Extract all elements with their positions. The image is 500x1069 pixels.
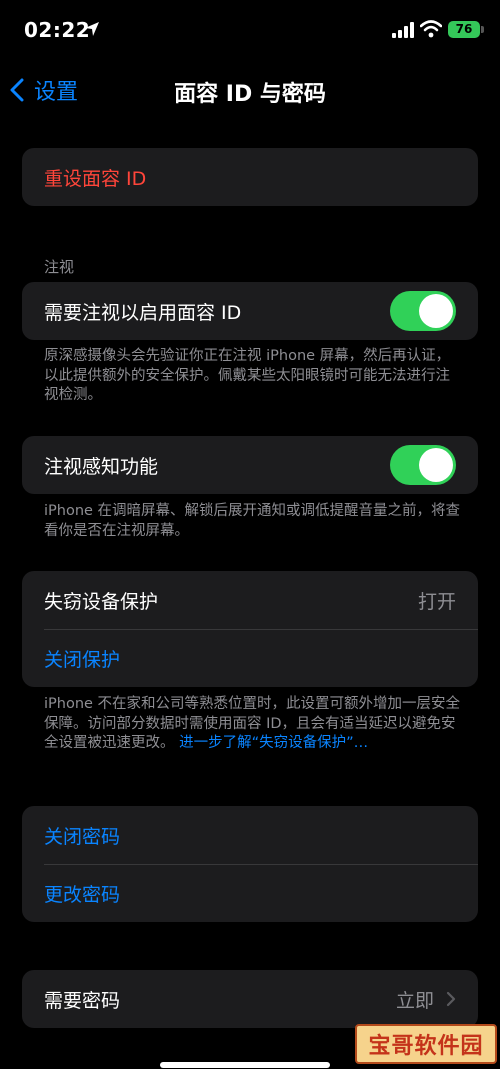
require-passcode-row[interactable]: 需要密码 立即 (22, 970, 478, 1028)
attention-section-header: 注视 (44, 258, 75, 276)
theft-protection-footnote: iPhone 不在家和公司等熟悉位置时，此设置可额外增加一层安全保障。访问部分数… (44, 695, 464, 754)
attention-aware-label: 注视感知功能 (44, 455, 159, 478)
learn-more-link[interactable]: 进一步了解“失窃设备保护”… (179, 735, 368, 751)
nav-bar: 设置 面容 ID 与密码 (0, 60, 500, 120)
turn-off-protection-button[interactable]: 关闭保护 (22, 629, 478, 687)
theft-protection-value: 打开 (417, 590, 456, 613)
attention-aware-toggle[interactable] (390, 445, 456, 485)
theft-protection-card: 失窃设备保护 打开 关闭保护 (22, 571, 478, 687)
wifi-icon (420, 20, 442, 38)
reset-card: 重设面容 ID (22, 148, 478, 206)
location-arrow-icon (85, 22, 99, 36)
require-passcode-value: 立即 (395, 989, 434, 1012)
toggle-knob (419, 448, 453, 482)
reset-face-id-button[interactable]: 重设面容 ID (22, 148, 478, 206)
home-indicator (160, 1062, 330, 1068)
turn-off-passcode-button[interactable]: 关闭密码 (22, 806, 478, 864)
change-passcode-button[interactable]: 更改密码 (22, 864, 478, 922)
require-attention-toggle[interactable] (390, 291, 456, 331)
require-passcode-card: 需要密码 立即 (22, 970, 478, 1028)
attention-aware-card: 注视感知功能 (22, 436, 478, 494)
cellular-signal-icon (392, 22, 414, 38)
theft-protection-label: 失窃设备保护 (44, 590, 159, 613)
watermark-logo: 宝哥软件园 (355, 1024, 497, 1064)
page-title: 面容 ID 与密码 (174, 82, 326, 107)
toggle-knob (419, 294, 453, 328)
require-attention-label: 需要注视以启用面容 ID (44, 301, 242, 324)
passcode-card: 关闭密码 更改密码 (22, 806, 478, 922)
require-attention-card: 需要注视以启用面容 ID (22, 282, 478, 340)
theft-protection-row[interactable]: 失窃设备保护 打开 (22, 571, 478, 629)
attention-aware-footnote: iPhone 在调暗屏幕、解锁后展开通知或调低提醒音量之前，将查看你是否在注视屏… (44, 503, 461, 539)
battery-icon: 76 (448, 21, 480, 38)
status-time: 02:22 (24, 18, 91, 42)
require-attention-row: 需要注视以启用面容 ID (22, 282, 478, 340)
require-passcode-label: 需要密码 (44, 989, 121, 1012)
require-attention-footnote: 原深感摄像头会先验证你正在注视 iPhone 屏幕，然后再认证，以此提供额外的安… (44, 348, 451, 403)
status-bar: 02:22 76 (0, 0, 500, 60)
battery-tip (481, 26, 484, 33)
attention-aware-row: 注视感知功能 (22, 436, 478, 494)
chevron-right-icon (446, 991, 456, 1007)
